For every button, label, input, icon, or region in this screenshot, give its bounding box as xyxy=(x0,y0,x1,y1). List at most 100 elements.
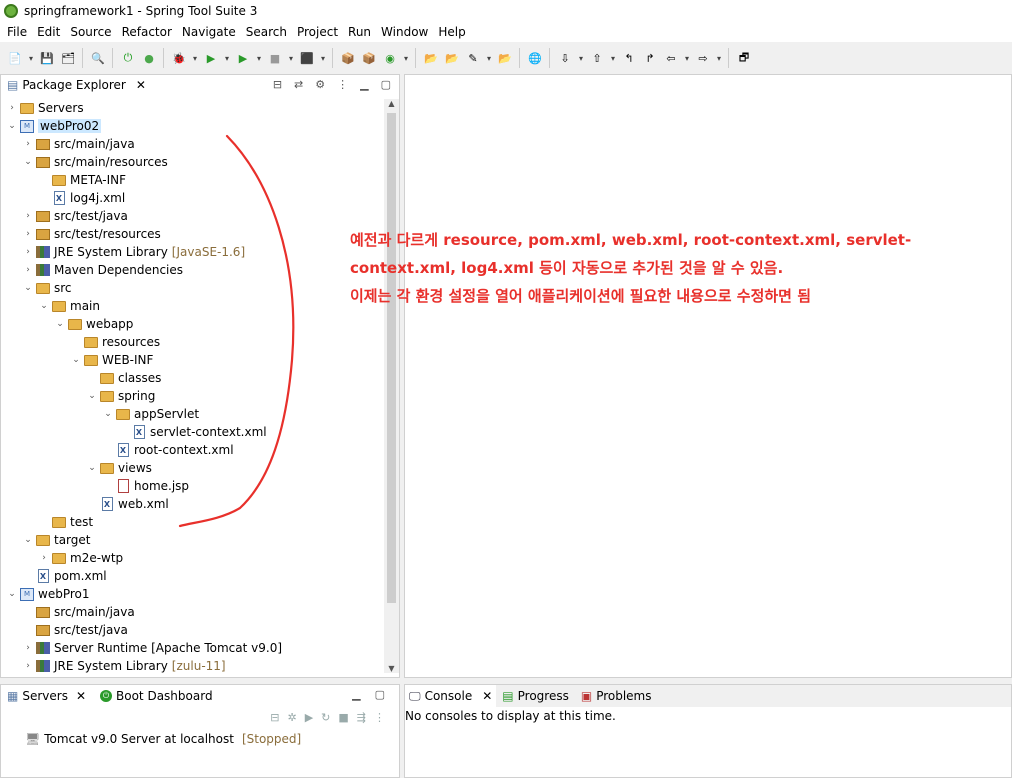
minimize-icon[interactable]: ▁ xyxy=(352,688,360,701)
menu-file[interactable]: File xyxy=(2,25,32,39)
stop-icon[interactable]: ■ xyxy=(266,49,284,67)
next-annotation-icon[interactable]: ⇩ xyxy=(556,49,574,67)
tree-item[interactable]: ⌄ target xyxy=(23,531,90,549)
expand-twisty-icon[interactable]: ⌄ xyxy=(7,121,17,131)
close-icon[interactable]: ✕ xyxy=(136,78,146,92)
tab-package-explorer[interactable]: ▤ Package Explorer ✕ xyxy=(1,75,152,97)
new-package-icon[interactable]: 📦 xyxy=(360,49,378,67)
tree-item[interactable]: › Server Runtime [Apache Tomcat v9.0] xyxy=(23,639,282,657)
deploy-icon[interactable]: ⬛ xyxy=(298,49,316,67)
minimize-icon[interactable]: ▁ xyxy=(360,78,368,91)
tree-item[interactable]: test xyxy=(39,513,93,531)
open-type-icon[interactable]: 📂 xyxy=(422,49,440,67)
dropdown-icon[interactable]: ▾ xyxy=(683,49,691,67)
tree-item[interactable]: Xroot-context.xml xyxy=(103,441,234,459)
collapse-icon[interactable]: ⊟ xyxy=(270,711,279,724)
run-icon[interactable]: ▶ xyxy=(202,49,220,67)
clean-icon[interactable]: ⋮ xyxy=(374,711,385,724)
maximize-icon[interactable]: ▢ xyxy=(375,688,385,701)
tree-item[interactable]: › JRE System Library [JavaSE-1.6] xyxy=(23,243,245,261)
tree-item[interactable]: › m2e-wtp xyxy=(39,549,123,567)
dropdown-icon[interactable]: ▾ xyxy=(191,49,199,67)
tree-item[interactable]: › src/test/resources xyxy=(23,225,161,243)
tab-progress[interactable]: ▤ Progress xyxy=(496,689,575,703)
tree-item[interactable]: Xservlet-context.xml xyxy=(119,423,267,441)
tree-item[interactable]: src/main/java xyxy=(23,603,135,621)
tree-item[interactable]: ⌄ WEB-INF xyxy=(71,351,153,369)
tree-item[interactable]: ⌄ spring xyxy=(87,387,155,405)
menu-project[interactable]: Project xyxy=(292,25,343,39)
menu-help[interactable]: Help xyxy=(433,25,470,39)
tab-problems[interactable]: ▣ Problems xyxy=(575,689,658,703)
dropdown-icon[interactable]: ▾ xyxy=(402,49,410,67)
expand-twisty-icon[interactable]: ⌄ xyxy=(55,319,65,329)
pen-icon[interactable]: ✎ xyxy=(464,49,482,67)
tree-item[interactable]: › src/main/java xyxy=(23,135,135,153)
expand-twisty-icon[interactable]: ⌄ xyxy=(23,283,33,293)
debug-server-icon[interactable]: ✲ xyxy=(287,711,296,724)
view-menu-icon[interactable]: ⋮ xyxy=(337,78,348,91)
scroll-thumb[interactable] xyxy=(387,113,396,603)
prev-annotation-icon[interactable]: ⇧ xyxy=(588,49,606,67)
tree-item[interactable]: › Servers xyxy=(7,99,83,117)
dropdown-icon[interactable]: ▾ xyxy=(287,49,295,67)
tree-item[interactable]: › src/test/java xyxy=(23,207,128,225)
dropdown-icon[interactable]: ▾ xyxy=(319,49,327,67)
menu-navigate[interactable]: Navigate xyxy=(177,25,241,39)
tree-item[interactable]: ⌄ src/main/resources xyxy=(23,153,168,171)
tree-item[interactable]: home.jsp xyxy=(103,477,189,495)
spring-icon[interactable]: ● xyxy=(140,49,158,67)
link-editor-icon[interactable]: ⇄ xyxy=(294,78,303,91)
expand-twisty-icon[interactable]: › xyxy=(39,553,49,563)
back-icon[interactable]: ⇦ xyxy=(662,49,680,67)
open-task-icon[interactable]: 📂 xyxy=(443,49,461,67)
menu-search[interactable]: Search xyxy=(241,25,292,39)
open-folder-icon[interactable]: 📂 xyxy=(496,49,514,67)
forward-icon[interactable]: ⇨ xyxy=(694,49,712,67)
save-all-icon[interactable]: 🗂 xyxy=(59,49,77,67)
expand-twisty-icon[interactable]: ⌄ xyxy=(23,157,33,167)
publish-icon[interactable]: ⇶ xyxy=(357,711,366,724)
tree-item[interactable]: ⌄ main xyxy=(39,297,100,315)
tree-item[interactable]: resources xyxy=(71,333,160,351)
tree-item[interactable]: ⌄ src xyxy=(23,279,71,297)
menu-edit[interactable]: Edit xyxy=(32,25,65,39)
expand-twisty-icon[interactable]: ⌄ xyxy=(87,463,97,473)
pin-editor-icon[interactable]: 🗗 xyxy=(735,49,753,67)
tree-item[interactable]: Xpom.xml xyxy=(23,567,107,585)
close-icon[interactable]: ✕ xyxy=(76,689,86,703)
expand-twisty-icon[interactable]: › xyxy=(23,643,33,653)
expand-twisty-icon[interactable]: ⌄ xyxy=(7,589,17,599)
dropdown-icon[interactable]: ▾ xyxy=(485,49,493,67)
tree-item[interactable]: › JRE System Library [zulu-11] xyxy=(23,657,225,673)
focus-icon[interactable]: ⚙ xyxy=(315,78,325,91)
tree-item[interactable]: Xlog4j.xml xyxy=(39,189,125,207)
tree-item[interactable]: classes xyxy=(87,369,161,387)
dropdown-icon[interactable]: ▾ xyxy=(223,49,231,67)
dropdown-icon[interactable]: ▾ xyxy=(27,49,35,67)
expand-twisty-icon[interactable]: › xyxy=(23,265,33,275)
maximize-icon[interactable]: ▢ xyxy=(381,78,391,91)
tree-item[interactable]: › Maven Dependencies xyxy=(23,261,183,279)
debug-icon[interactable]: 🐞 xyxy=(170,49,188,67)
tab-servers[interactable]: ▦ Servers ✕ xyxy=(1,689,93,703)
tab-boot-dashboard[interactable]: ⏻ Boot Dashboard xyxy=(92,689,221,703)
expand-twisty-icon[interactable]: ⌄ xyxy=(103,409,113,419)
expand-twisty-icon[interactable]: ⌄ xyxy=(23,535,33,545)
menu-run[interactable]: Run xyxy=(343,25,376,39)
tree-item[interactable]: src/test/java xyxy=(23,621,128,639)
new-class-icon[interactable]: ◉ xyxy=(381,49,399,67)
new-icon[interactable]: 📄 xyxy=(6,49,24,67)
external-tools-icon[interactable]: ▶ xyxy=(234,49,252,67)
dropdown-icon[interactable]: ▾ xyxy=(715,49,723,67)
spring-stop-icon[interactable]: ⏻ xyxy=(119,49,137,67)
expand-twisty-icon[interactable]: ⌄ xyxy=(39,301,49,311)
tree-item[interactable]: ⌄ views xyxy=(87,459,152,477)
server-entry[interactable]: 🖥 Tomcat v9.0 Server at localhost [Stopp… xyxy=(25,732,301,746)
tree-item[interactable]: ⌄ appServlet xyxy=(103,405,199,423)
tree-item[interactable]: META-INF xyxy=(39,171,126,189)
collapse-all-icon[interactable]: ⊟ xyxy=(273,78,282,91)
tree-item[interactable]: Xweb.xml xyxy=(87,495,169,513)
menu-window[interactable]: Window xyxy=(376,25,433,39)
globe-icon[interactable]: 🌐 xyxy=(526,49,544,67)
